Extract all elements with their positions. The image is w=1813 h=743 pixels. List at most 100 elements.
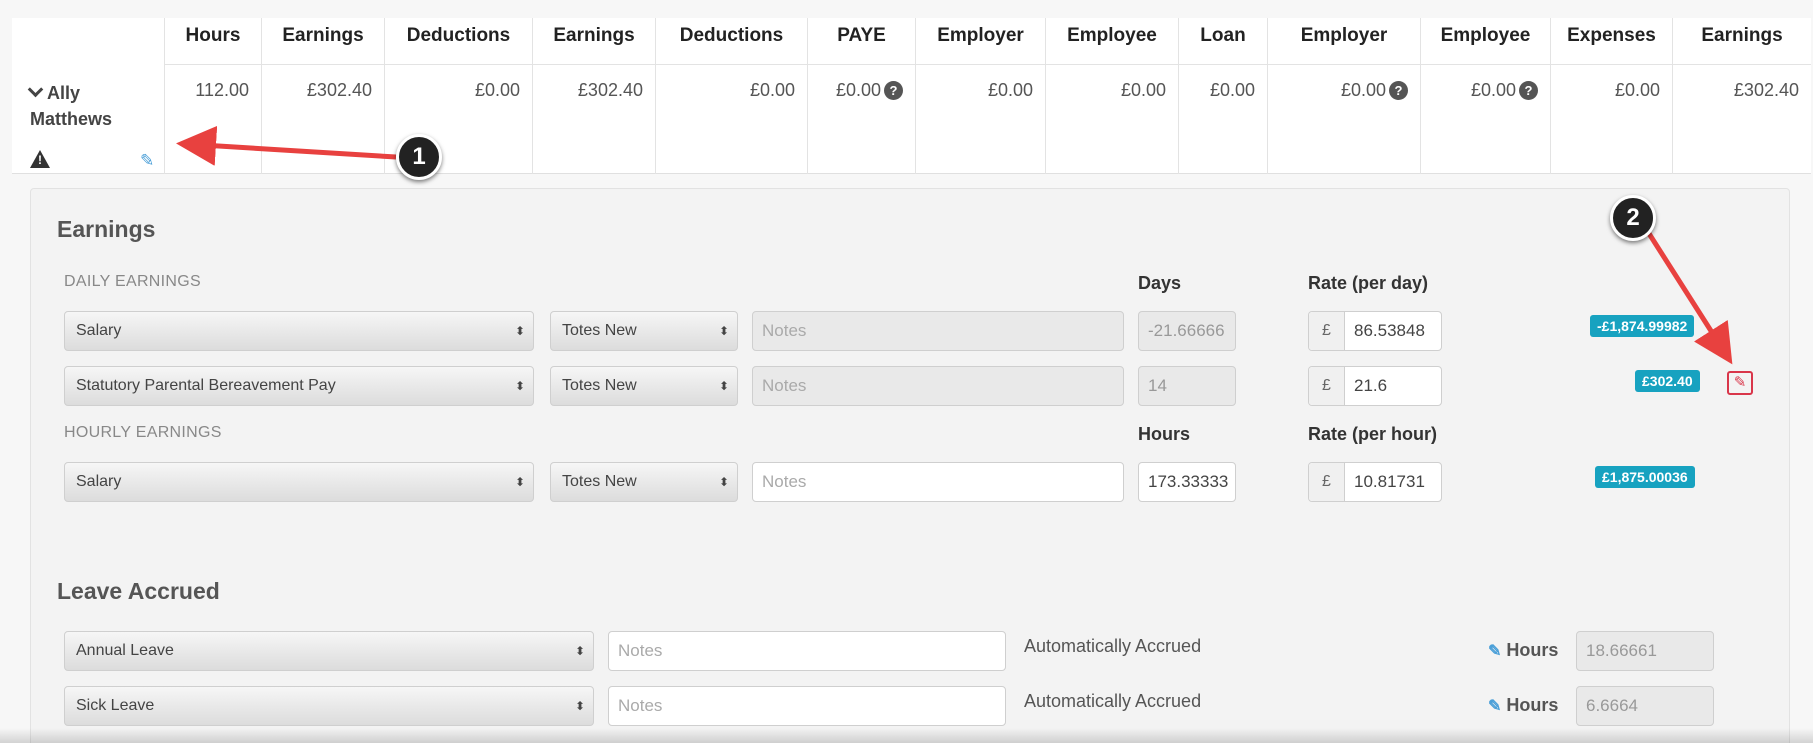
pencil-icon: ✎: [1488, 698, 1502, 715]
employee-last-name: Matthews: [30, 109, 113, 129]
select-arrows-icon: ⬍: [514, 324, 525, 338]
pencil-icon[interactable]: ✎: [140, 152, 156, 169]
rate-input[interactable]: £ 10.81731: [1308, 462, 1442, 502]
hours-input[interactable]: 173.33333: [1138, 462, 1236, 502]
earning-total-badge: £1,875.00036: [1595, 466, 1695, 488]
accrual-status: Automatically Accrued: [1024, 691, 1202, 711]
column-value: £0.00: [1615, 80, 1660, 101]
employee-name-toggle[interactable]: Ally Matthews: [27, 80, 160, 132]
column-value: £0.00: [475, 80, 520, 101]
column-header: Deductions: [385, 18, 532, 65]
summary-column: Employer £0.00?: [1267, 18, 1420, 174]
rate-per-hour-label: Rate (per hour): [1308, 424, 1438, 444]
summary-column: Deductions £0.00: [655, 18, 807, 174]
column-header: Employer: [916, 18, 1045, 65]
column-value-text: £0.00: [749, 80, 795, 100]
payroll-page: Ally Matthews ✎ Hours 112.00 Earnings £302.…: [0, 0, 1813, 743]
leave-notes-input[interactable]: Notes: [608, 686, 1006, 726]
notes-input[interactable]: Notes: [752, 462, 1124, 502]
select-arrows-icon: ⬍: [718, 475, 729, 489]
notes-input[interactable]: Notes: [752, 311, 1124, 351]
rate-per-day-label: Rate (per day): [1308, 273, 1429, 293]
help-icon[interactable]: ?: [884, 81, 903, 100]
earning-type-value: Salary: [76, 473, 122, 490]
summary-column: Earnings £302.40: [1672, 18, 1811, 174]
column-header: Earnings: [533, 18, 655, 65]
hourly-earnings-label: HOURLY EARNINGS: [64, 424, 222, 441]
summary-column: Hours 112.00: [164, 18, 261, 174]
accrual-status: Automatically Accrued: [1024, 636, 1202, 656]
summary-column: Earnings £302.40: [532, 18, 655, 174]
summary-column: Employee £0.00?: [1420, 18, 1550, 174]
column-header: PAYE: [808, 18, 915, 65]
hours-column-label: Hours: [1138, 424, 1191, 444]
scheme-value: Totes New: [562, 473, 637, 490]
leave-hours-label[interactable]: ✎ Hours: [1488, 640, 1558, 661]
notes-input[interactable]: Notes: [752, 366, 1124, 406]
select-arrows-icon: ⬍: [574, 699, 585, 713]
column-value: 112.00: [195, 80, 249, 101]
chevron-down-icon: [27, 81, 44, 98]
days-input[interactable]: 14: [1138, 366, 1236, 406]
select-arrows-icon: ⬍: [514, 379, 525, 393]
summary-table: Ally Matthews ✎ Hours 112.00 Earnings £302.…: [12, 18, 1811, 174]
help-icon[interactable]: ?: [1519, 81, 1538, 100]
column-header: Expenses: [1551, 18, 1672, 65]
leave-type-select[interactable]: Annual Leave ⬍: [64, 631, 594, 671]
days-input[interactable]: -21.66666: [1138, 311, 1236, 351]
earning-total-badge: -£1,874.99982: [1590, 315, 1695, 337]
scheme-value: Totes New: [562, 322, 637, 339]
column-value-text: £0.00: [474, 80, 520, 100]
edit-icon[interactable]: ✎: [1727, 371, 1753, 395]
column-value-text: £0.00: [1209, 80, 1255, 100]
currency-symbol: £: [1309, 312, 1345, 350]
column-value: £302.40: [1734, 80, 1799, 101]
rate-value: 10.81731: [1354, 472, 1425, 491]
column-value: £0.00?: [836, 80, 903, 101]
leave-hours-input[interactable]: 6.6664: [1576, 686, 1714, 726]
column-header: Loan: [1179, 18, 1267, 65]
employee-first-name: Ally: [47, 83, 81, 103]
leave-type-select[interactable]: Sick Leave ⬍: [64, 686, 594, 726]
summary-column: PAYE £0.00?: [807, 18, 915, 174]
help-icon[interactable]: ?: [1389, 81, 1408, 100]
earning-type-select[interactable]: Salary ⬍: [64, 462, 534, 502]
select-arrows-icon: ⬍: [514, 475, 525, 489]
scheme-select[interactable]: Totes New ⬍: [550, 462, 738, 502]
currency-symbol: £: [1309, 367, 1345, 405]
summary-column: Earnings £302.40: [261, 18, 384, 174]
select-arrows-icon: ⬍: [718, 379, 729, 393]
column-value-text: £0.00: [835, 80, 881, 100]
scheme-select[interactable]: Totes New ⬍: [550, 311, 738, 351]
scheme-select[interactable]: Totes New ⬍: [550, 366, 738, 406]
leave-notes-input[interactable]: Notes: [608, 631, 1006, 671]
annotation-marker-1: 1: [396, 134, 442, 180]
pencil-icon: ✎: [1488, 643, 1502, 660]
daily-earnings-label: DAILY EARNINGS: [64, 273, 201, 290]
column-value-text: £302.40: [306, 80, 372, 100]
select-arrows-icon: ⬍: [574, 644, 585, 658]
column-value-text: £0.00: [1470, 80, 1516, 100]
column-header: Hours: [165, 18, 261, 65]
earning-type-value: Statutory Parental Bereavement Pay: [76, 377, 336, 394]
rate-input[interactable]: £ 21.6: [1308, 366, 1442, 406]
column-value: £0.00: [1210, 80, 1255, 101]
bottom-shadow: [0, 728, 1813, 743]
column-header: Earnings: [262, 18, 384, 65]
currency-symbol: £: [1309, 463, 1345, 501]
column-value: £0.00?: [1341, 80, 1408, 101]
column-value-text: £302.40: [577, 80, 643, 100]
column-value: £0.00: [750, 80, 795, 101]
warning-icon[interactable]: [30, 150, 50, 168]
column-value: £302.40: [578, 80, 643, 101]
summary-column: Employer £0.00: [915, 18, 1045, 174]
earning-type-select[interactable]: Statutory Parental Bereavement Pay ⬍: [64, 366, 534, 406]
column-value-text: £0.00: [1614, 80, 1660, 100]
rate-value: 86.53848: [1354, 321, 1425, 340]
leave-hours-input[interactable]: 18.66661: [1576, 631, 1714, 671]
leave-hours-label[interactable]: ✎ Hours: [1488, 695, 1558, 716]
column-value-text: £0.00: [987, 80, 1033, 100]
rate-input[interactable]: £ 86.53848: [1308, 311, 1442, 351]
earning-type-select[interactable]: Salary ⬍: [64, 311, 534, 351]
column-header: Employer: [1268, 18, 1420, 65]
